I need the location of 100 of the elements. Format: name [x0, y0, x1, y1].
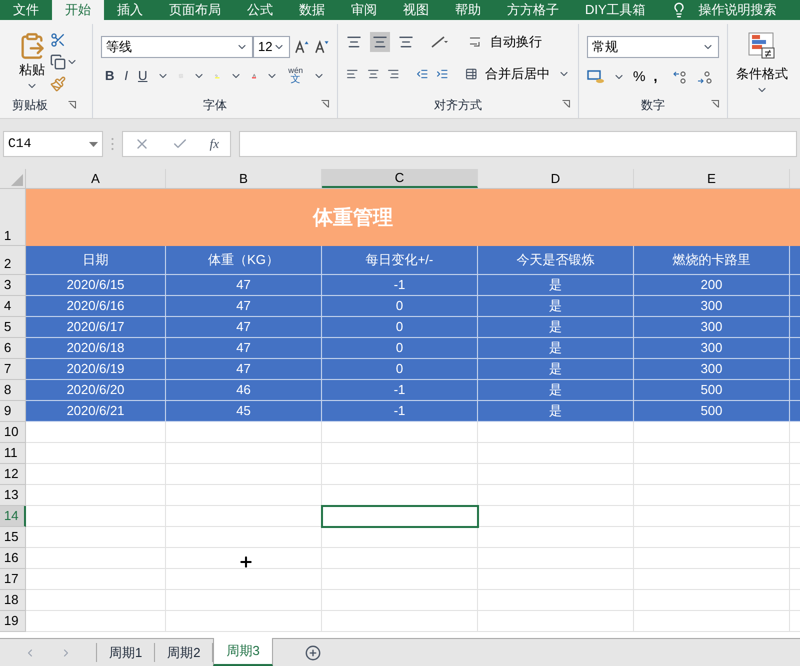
row-header[interactable]: 17 — [0, 569, 26, 590]
grid-cell[interactable] — [26, 611, 166, 632]
row-header[interactable]: 2 — [0, 246, 26, 275]
grid-cell[interactable] — [478, 590, 634, 611]
add-sheet-icon[interactable] — [304, 644, 321, 660]
decrease-decimal-icon[interactable] — [697, 70, 714, 84]
ribbon-tab[interactable]: 审阅 — [338, 0, 390, 20]
tell-me-search[interactable]: 操作说明搜索 — [698, 0, 777, 20]
ribbon-tab[interactable]: 开始 — [52, 0, 104, 20]
conditional-format-button[interactable]: 条件格式 — [736, 64, 788, 84]
row-header[interactable]: 7 — [0, 359, 26, 380]
grid-cell[interactable] — [322, 527, 478, 548]
drag-handle-icon[interactable] — [111, 137, 114, 151]
ribbon-tab[interactable]: 公式 — [234, 0, 286, 20]
conditional-format-icon[interactable] — [748, 32, 776, 60]
grid-cell[interactable] — [634, 464, 790, 485]
grid-cell[interactable] — [166, 506, 322, 527]
top-align-icon[interactable] — [346, 34, 362, 50]
grid-cell[interactable] — [634, 527, 790, 548]
row-header[interactable]: 19 — [0, 611, 26, 632]
increase-font-size-icon[interactable] — [294, 39, 310, 55]
wrap-text-button[interactable]: 自动换行 — [490, 32, 542, 52]
row-header[interactable]: 13 — [0, 485, 26, 506]
grid-cell[interactable] — [26, 548, 166, 569]
row-header[interactable]: 1 — [0, 189, 26, 246]
format-painter-icon[interactable] — [50, 76, 66, 92]
currency-icon[interactable] — [587, 70, 605, 84]
grid-cell[interactable] — [26, 443, 166, 464]
column-header[interactable]: A — [26, 169, 166, 188]
cut-icon[interactable] — [50, 32, 66, 48]
grid-cell[interactable] — [634, 611, 790, 632]
ribbon-tab[interactable]: 帮助 — [442, 0, 494, 20]
ribbon-tab[interactable]: 文件 — [0, 0, 52, 20]
column-header[interactable]: E — [634, 169, 790, 188]
sheet-tab[interactable]: 周期3 — [213, 638, 273, 666]
grid-cell[interactable] — [166, 611, 322, 632]
dialog-launcher-icon[interactable] — [68, 101, 76, 109]
grid-cell[interactable] — [478, 443, 634, 464]
grid-cell[interactable] — [322, 569, 478, 590]
dialog-launcher-icon[interactable] — [321, 100, 329, 108]
insert-function-button[interactable]: fx — [210, 134, 220, 154]
grid-cell[interactable] — [166, 569, 322, 590]
grid-cell[interactable] — [322, 611, 478, 632]
grid-cell[interactable] — [322, 485, 478, 506]
grid-cell[interactable] — [322, 464, 478, 485]
column-header[interactable]: C — [322, 169, 478, 188]
ribbon-tab[interactable]: DIY工具箱 — [572, 0, 659, 20]
grid-cell[interactable] — [634, 485, 790, 506]
ribbon-tab[interactable]: 方方格子 — [494, 0, 572, 20]
bold-button[interactable]: B — [105, 66, 114, 86]
grid-cell[interactable] — [478, 611, 634, 632]
row-header[interactable]: 5 — [0, 317, 26, 338]
grid-cell[interactable] — [166, 443, 322, 464]
grid-cell[interactable] — [634, 569, 790, 590]
ribbon-tab[interactable]: 页面布局 — [156, 0, 234, 20]
grid-cell[interactable] — [478, 422, 634, 443]
row-header[interactable]: 3 — [0, 275, 26, 296]
grid-cell[interactable] — [634, 548, 790, 569]
decrease-font-size-icon[interactable] — [314, 39, 329, 55]
grid-cell[interactable] — [478, 506, 634, 527]
phonetic-button[interactable]: wén 文 — [288, 66, 303, 85]
row-header[interactable]: 12 — [0, 464, 26, 485]
copy-icon[interactable] — [50, 54, 66, 70]
row-header[interactable]: 6 — [0, 338, 26, 359]
grid-cell[interactable] — [166, 464, 322, 485]
percent-button[interactable]: % — [633, 66, 646, 87]
grid-cell[interactable] — [26, 422, 166, 443]
grid-cell[interactable] — [478, 485, 634, 506]
formula-input[interactable] — [239, 131, 797, 157]
grid-cell[interactable] — [26, 485, 166, 506]
grid-cell[interactable] — [26, 527, 166, 548]
grid-cell[interactable] — [166, 422, 322, 443]
grid-cell[interactable] — [166, 527, 322, 548]
grid-cell[interactable] — [166, 485, 322, 506]
row-header[interactable]: 14 — [0, 506, 26, 527]
grid-cell[interactable] — [322, 422, 478, 443]
merge-center-button[interactable]: 合并后居中 — [485, 64, 550, 84]
middle-align-icon[interactable] — [370, 32, 390, 52]
number-format-field[interactable]: 常规 — [587, 36, 719, 58]
grid-cell[interactable] — [478, 527, 634, 548]
ribbon-tab[interactable]: 视图 — [390, 0, 442, 20]
grid-cell[interactable] — [322, 443, 478, 464]
row-header[interactable]: 15 — [0, 527, 26, 548]
row-header[interactable]: 11 — [0, 443, 26, 464]
grid-cell[interactable] — [478, 548, 634, 569]
font-name-field[interactable]: 等线 — [101, 36, 254, 58]
selected-cell[interactable] — [322, 506, 478, 527]
ribbon-tab[interactable]: 插入 — [104, 0, 156, 20]
grid-cell[interactable] — [634, 590, 790, 611]
comma-button[interactable]: , — [653, 66, 658, 87]
grid-cell[interactable] — [322, 548, 478, 569]
sheet-tab[interactable]: 周期1 — [97, 643, 156, 662]
italic-button[interactable]: I — [124, 66, 128, 86]
grid-cell[interactable] — [26, 506, 166, 527]
grid-cell[interactable] — [26, 464, 166, 485]
dialog-launcher-icon[interactable] — [711, 100, 719, 108]
row-header[interactable]: 9 — [0, 401, 26, 422]
ribbon-tab[interactable]: 数据 — [286, 0, 338, 20]
row-header[interactable]: 4 — [0, 296, 26, 317]
row-header[interactable]: 18 — [0, 590, 26, 611]
